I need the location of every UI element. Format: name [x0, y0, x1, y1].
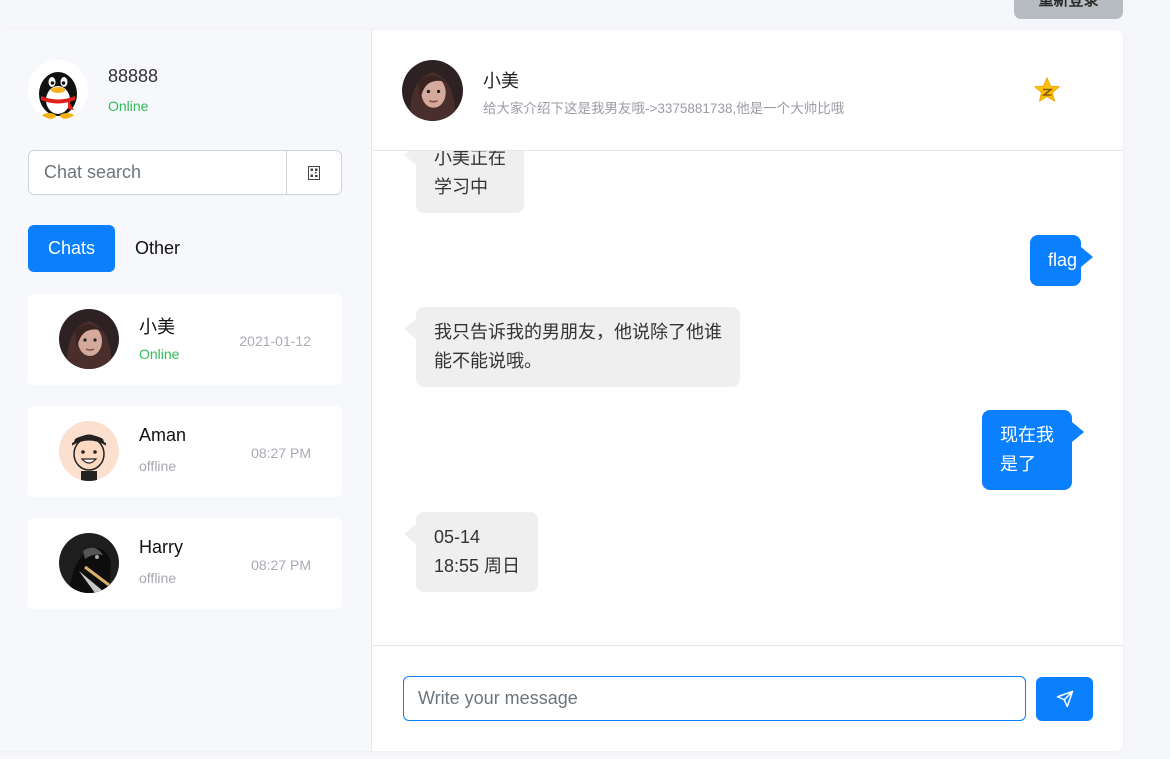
top-action-button[interactable]: 重新登录: [1014, 0, 1123, 19]
send-button[interactable]: [1036, 677, 1093, 721]
avatar: [59, 421, 119, 481]
contact-time: 08:27 PM: [251, 445, 311, 461]
avatar: [59, 309, 119, 369]
contact-item[interactable]: Aman offline 08:27 PM: [28, 406, 342, 497]
message-incoming: 05-14 18:55 周日: [403, 512, 539, 592]
contact-status: offline: [139, 570, 177, 586]
chat-app: 88888 Online Chats Other: [0, 30, 1123, 751]
message-input[interactable]: [403, 676, 1026, 721]
user-status: Online: [108, 98, 149, 114]
contact-item[interactable]: 小美 Online 2021-01-12: [28, 294, 342, 385]
chat-contact-name: 小美: [483, 71, 519, 91]
tab-other[interactable]: Other: [115, 225, 200, 272]
tab-bar: Chats Other: [28, 225, 200, 272]
avatar: [59, 533, 119, 593]
qq-penguin-icon: [28, 60, 88, 120]
favorite-button[interactable]: [1033, 76, 1061, 104]
message-incoming: 我只告诉我的男朋友，他说除了他谁 能不能说哦。: [404, 307, 740, 387]
chat-search: [28, 150, 342, 195]
contact-name: Aman: [139, 425, 187, 445]
chat-contact-bio: 给大家介绍下这是我男友哦->3375881738,他是一个大帅比哦: [483, 101, 845, 116]
contact-status: Online: [139, 346, 180, 362]
chat-header: 小美 给大家介绍下这是我男友哦->3375881738,他是一个大帅比哦: [373, 30, 1123, 151]
contact-name: Harry: [139, 537, 183, 557]
user-avatar[interactable]: [28, 60, 88, 120]
contact-status: offline: [139, 458, 177, 474]
message-outgoing: flag: [1030, 235, 1093, 286]
qr-code-button[interactable]: [286, 151, 341, 194]
contact-item[interactable]: Harry offline 08:27 PM: [28, 518, 342, 609]
star-icon: [1033, 76, 1061, 103]
contact-name: 小美: [139, 317, 175, 337]
message-composer: [373, 645, 1123, 751]
contact-list: 小美 Online 2021-01-12 Aman offline 08:27 …: [28, 294, 342, 630]
chat-search-input[interactable]: [29, 151, 286, 194]
contact-time: 08:27 PM: [251, 557, 311, 573]
message-incoming: 小美正在 学习中: [404, 151, 524, 213]
message-outgoing: 现在我 是了: [982, 410, 1084, 490]
contact-time: 2021-01-12: [239, 333, 311, 349]
sidebar: 88888 Online Chats Other: [0, 30, 372, 751]
qr-code-icon: [308, 165, 320, 180]
message-list: 小美正在 学习中 flag 我只告诉我的男朋友，他说除了他谁 能不能说哦。 现在我是…: [373, 151, 1123, 645]
tab-chats[interactable]: Chats: [28, 225, 116, 272]
chat-panel: 小美 给大家介绍下这是我男友哦->3375881738,他是一个大帅比哦 小美正…: [373, 30, 1123, 751]
send-icon: [1056, 690, 1073, 708]
user-name: 88888: [108, 66, 159, 86]
chat-avatar[interactable]: [402, 60, 463, 121]
